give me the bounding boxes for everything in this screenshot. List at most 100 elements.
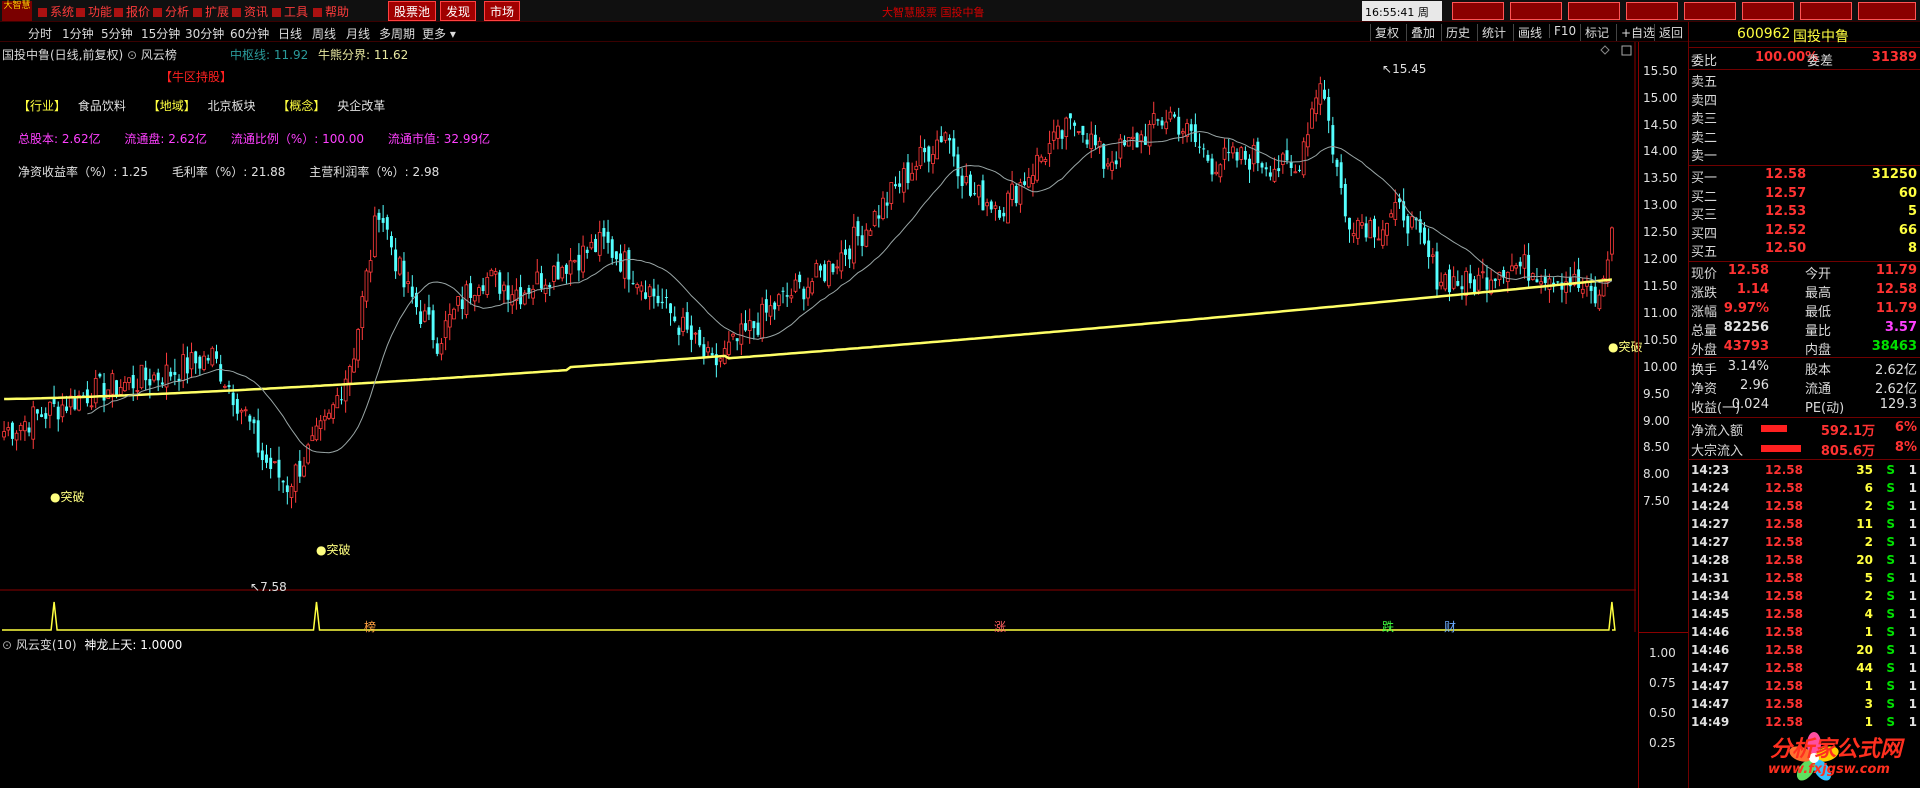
tab-period[interactable]: 日线 xyxy=(278,25,302,42)
maximize-icon[interactable] xyxy=(1621,45,1632,56)
settings-dot-icon[interactable]: ⊙ xyxy=(127,48,137,62)
candle-body xyxy=(1060,130,1064,139)
top-tab[interactable] xyxy=(1742,2,1794,20)
candle-body xyxy=(27,427,31,433)
menu-news[interactable]: 资讯 xyxy=(232,3,268,20)
candle-body xyxy=(1514,265,1518,269)
tick-row: 14:47 12.58 3 S 1 xyxy=(1689,697,1920,715)
candle-body xyxy=(1485,277,1489,290)
tick-volume: 5 xyxy=(1864,571,1873,585)
tab-period[interactable]: 15分钟 xyxy=(141,25,180,42)
tick-time: 14:31 xyxy=(1691,571,1730,585)
top-tab[interactable] xyxy=(1684,2,1736,20)
menu-analysis[interactable]: 分析 xyxy=(153,3,189,20)
tick-count: 1 xyxy=(1908,661,1917,675)
candle-body xyxy=(1006,192,1010,224)
candle-body xyxy=(152,374,156,381)
tick-count: 1 xyxy=(1908,625,1917,639)
market-button[interactable]: 市场 xyxy=(484,1,521,21)
candle-body xyxy=(1348,217,1351,230)
tab-period[interactable]: 30分钟 xyxy=(185,25,224,42)
top-tab[interactable] xyxy=(1452,2,1504,20)
candle-body xyxy=(110,373,115,395)
indicator-title[interactable]: 风云变(10) xyxy=(16,638,77,652)
fundamental-value: 2.96 xyxy=(1740,378,1769,393)
tab-period[interactable]: 多周期 xyxy=(379,25,415,42)
candle-body xyxy=(860,235,864,246)
event-mark-rank[interactable]: 榜 xyxy=(364,618,376,635)
tick-count: 1 xyxy=(1908,517,1917,531)
tab-period[interactable]: 1分钟 xyxy=(62,25,94,42)
candle-body xyxy=(702,344,706,358)
candle-body xyxy=(564,264,568,274)
tab-more[interactable]: 更多 ▾ xyxy=(422,25,456,42)
candle-body xyxy=(364,270,369,302)
tool-draw-button[interactable]: 画线 xyxy=(1513,24,1542,41)
top-tab[interactable] xyxy=(1510,2,1562,20)
tab-period[interactable]: 周线 xyxy=(312,25,336,42)
menu-quote[interactable]: 报价 xyxy=(114,3,150,20)
tool-history-button[interactable]: 历史 xyxy=(1441,24,1470,41)
top-tab[interactable] xyxy=(1858,2,1916,20)
tool-back-button[interactable]: 返回 xyxy=(1654,24,1683,41)
candle-body xyxy=(506,285,510,300)
candle-body xyxy=(1002,212,1006,217)
candle-body xyxy=(235,398,239,414)
candle-body xyxy=(810,281,815,294)
tab-period[interactable]: 60分钟 xyxy=(230,25,269,42)
tick-count: 1 xyxy=(1908,553,1917,567)
candle-body xyxy=(1427,240,1431,258)
candle-body xyxy=(831,263,835,273)
candle-body xyxy=(202,355,206,370)
settings-dot-icon[interactable]: ⊙ xyxy=(2,638,12,652)
candle-body xyxy=(1522,254,1527,269)
candle-body xyxy=(619,253,623,272)
flow-bar xyxy=(1761,425,1787,432)
top-tab[interactable] xyxy=(1626,2,1678,20)
menu-tools[interactable]: 工具 xyxy=(272,3,308,20)
top-tab[interactable] xyxy=(1568,2,1620,20)
tab-period[interactable]: 5分钟 xyxy=(101,25,133,42)
flow-pct: 6% xyxy=(1894,420,1917,435)
event-mark-rise[interactable]: 涨 xyxy=(994,618,1006,635)
fundamental-row: 换手 3.14% 股本 2.62亿 xyxy=(1689,359,1920,378)
candle-body xyxy=(368,260,373,273)
menu-system[interactable]: 系统 xyxy=(38,3,74,20)
menu-label: 资讯 xyxy=(244,5,269,19)
top-tab[interactable] xyxy=(1800,2,1852,20)
candle-body xyxy=(1556,281,1560,283)
menu-help[interactable]: 帮助 xyxy=(313,3,349,20)
indicator-name[interactable]: 风云榜 xyxy=(141,48,177,62)
news-marquee[interactable]: 大智慧股票 国投中鲁 xyxy=(882,4,985,20)
tool-fuquan-button[interactable]: 复权 xyxy=(1370,24,1399,41)
candle-body xyxy=(144,367,148,381)
discover-button[interactable]: 发现 xyxy=(440,1,477,21)
event-mark-fall[interactable]: 跌 xyxy=(1382,618,1394,635)
tool-add-watch-button[interactable]: +自选 xyxy=(1616,24,1655,41)
period-bar: 分时 1分钟 5分钟 15分钟 30分钟 60分钟 日线 周线 月线 多周期 更… xyxy=(0,22,1920,42)
candle-body xyxy=(1505,271,1510,282)
stock-pool-button[interactable]: 股票池 xyxy=(388,1,437,21)
weicha-value: 31389 xyxy=(1871,50,1917,65)
tool-stats-button[interactable]: 统计 xyxy=(1477,24,1506,41)
candle-body xyxy=(60,404,65,418)
candle-body xyxy=(118,386,123,395)
candle-body xyxy=(1480,271,1485,274)
candle-body xyxy=(1310,108,1314,129)
candle-body xyxy=(1173,114,1177,117)
event-mark-finance[interactable]: 财 xyxy=(1444,618,1456,635)
ask-row: 卖二 xyxy=(1689,127,1920,146)
candle-body xyxy=(1089,133,1094,149)
tab-period[interactable]: 月线 xyxy=(346,25,370,42)
candle-body xyxy=(819,265,822,271)
diamond-icon[interactable] xyxy=(1600,45,1610,55)
candle-body xyxy=(265,454,268,463)
tab-period[interactable]: 分时 xyxy=(28,25,52,42)
tool-overlay-button[interactable]: 叠加 xyxy=(1406,24,1435,41)
bid-label: 买四 xyxy=(1691,226,1718,242)
tool-f10-button[interactable]: F10 xyxy=(1549,24,1576,38)
menu-function[interactable]: 功能 xyxy=(76,3,112,20)
tool-mark-button[interactable]: 标记 xyxy=(1580,24,1609,41)
tick-price: 12.58 xyxy=(1765,535,1803,549)
menu-extend[interactable]: 扩展 xyxy=(193,3,229,20)
